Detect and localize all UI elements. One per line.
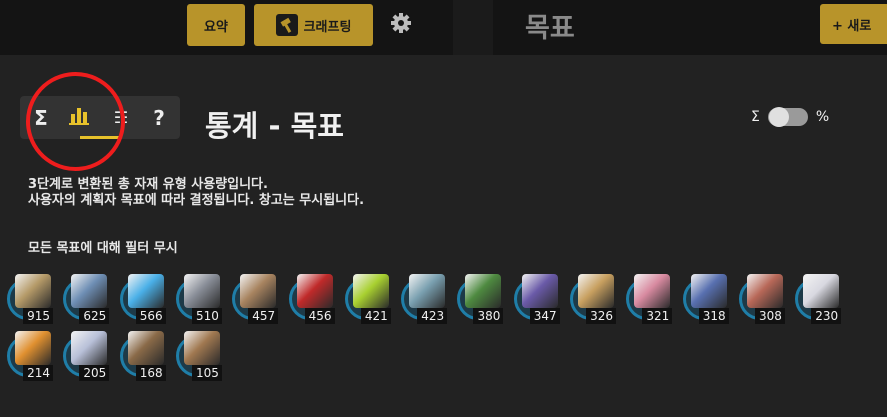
new-goal-button-label: + 새로	[832, 18, 872, 34]
material-icon	[578, 274, 614, 308]
material-item[interactable]: 347	[513, 272, 562, 324]
material-item[interactable]: 456	[288, 272, 337, 324]
material-item[interactable]: 380	[457, 272, 505, 324]
material-item[interactable]: 214	[7, 329, 55, 381]
material-icon	[409, 274, 446, 308]
material-icon	[240, 274, 277, 308]
material-icon	[71, 331, 108, 365]
gear-icon[interactable]	[390, 12, 412, 34]
material-icon	[746, 274, 783, 308]
material-item[interactable]: 423	[401, 272, 449, 324]
material-icon	[521, 274, 558, 308]
material-count: 326	[586, 308, 616, 324]
material-count: 380	[473, 308, 504, 324]
material-item[interactable]: 230	[795, 272, 843, 324]
material-item[interactable]: 105	[175, 329, 224, 381]
material-count: 308	[754, 308, 785, 324]
material-icon	[183, 274, 220, 308]
material-count: 457	[248, 308, 279, 324]
material-icon	[634, 274, 671, 308]
material-item[interactable]: 915	[7, 272, 55, 324]
material-item[interactable]: 457	[232, 272, 280, 324]
description-line-2: 사용자의 계획자 목표에 따라 결정됩니다. 창고는 무시됩니다.	[28, 193, 365, 208]
material-icon	[15, 331, 51, 365]
material-item[interactable]: 168	[119, 329, 168, 381]
material-item[interactable]: 421	[344, 272, 393, 324]
material-count: 347	[529, 308, 560, 324]
material-count: 510	[191, 308, 222, 324]
crafting-button[interactable]: 크래프팅	[254, 4, 373, 46]
material-count: 423	[417, 308, 448, 324]
material-icon	[465, 274, 502, 308]
material-icon	[127, 274, 164, 308]
new-goal-button[interactable]: + 새로	[820, 4, 887, 44]
sum-percent-toggle[interactable]	[767, 107, 808, 127]
material-count: 214	[23, 365, 53, 381]
material-item[interactable]: 318	[682, 272, 731, 324]
summary-button[interactable]: 요약	[187, 4, 245, 46]
page-title: 통계 - 목표	[205, 109, 344, 143]
top-bar: 요약 크래프팅 목표 + 새로	[0, 0, 887, 55]
summary-button-label: 요약	[204, 19, 228, 35]
material-icon	[352, 274, 389, 308]
material-count: 566	[135, 308, 166, 324]
hammer-icon	[275, 14, 298, 36]
material-icon	[71, 274, 108, 308]
material-item[interactable]: 510	[175, 272, 224, 324]
material-count: 625	[79, 308, 110, 324]
goal-header-title: 목표	[525, 13, 575, 44]
material-count: 456	[304, 308, 335, 324]
material-item[interactable]: 326	[570, 272, 618, 324]
description-line-1: 3단계로 변환된 총 자재 유형 사용량입니다.	[28, 177, 268, 192]
top-bar-divider	[453, 0, 493, 55]
material-icon	[690, 274, 727, 308]
material-count: 205	[79, 365, 110, 381]
material-item[interactable]: 625	[63, 272, 111, 324]
material-item[interactable]: 321	[626, 272, 674, 324]
filter-note: 모든 목표에 대해 필터 무시	[28, 241, 178, 256]
material-item[interactable]: 205	[63, 329, 111, 381]
description: 3단계로 변환된 총 자재 유형 사용량입니다. 사용자의 계획자 목표에 따라…	[28, 177, 364, 209]
material-count: 421	[360, 308, 391, 324]
material-icon	[803, 274, 840, 308]
material-icon	[15, 274, 51, 308]
material-item[interactable]: 566	[119, 272, 168, 324]
material-count: 168	[135, 365, 166, 381]
sigma-label: Σ	[751, 109, 760, 125]
tab-help[interactable]: ?	[140, 96, 178, 139]
help-icon: ?	[153, 105, 165, 130]
material-item[interactable]: 308	[738, 272, 787, 324]
material-count: 105	[191, 365, 222, 381]
material-count: 915	[23, 308, 53, 324]
material-count: 321	[642, 308, 673, 324]
red-annotation-circle	[19, 65, 132, 178]
material-count: 230	[811, 308, 842, 324]
material-icon	[296, 274, 333, 308]
material-icon	[183, 331, 220, 365]
percent-label: %	[815, 109, 830, 125]
crafting-button-label: 크래프팅	[303, 19, 352, 35]
sum-percent-toggle-group: Σ %	[751, 107, 830, 127]
material-icon	[127, 331, 164, 365]
material-count: 318	[698, 308, 729, 324]
toggle-knob	[768, 107, 789, 127]
